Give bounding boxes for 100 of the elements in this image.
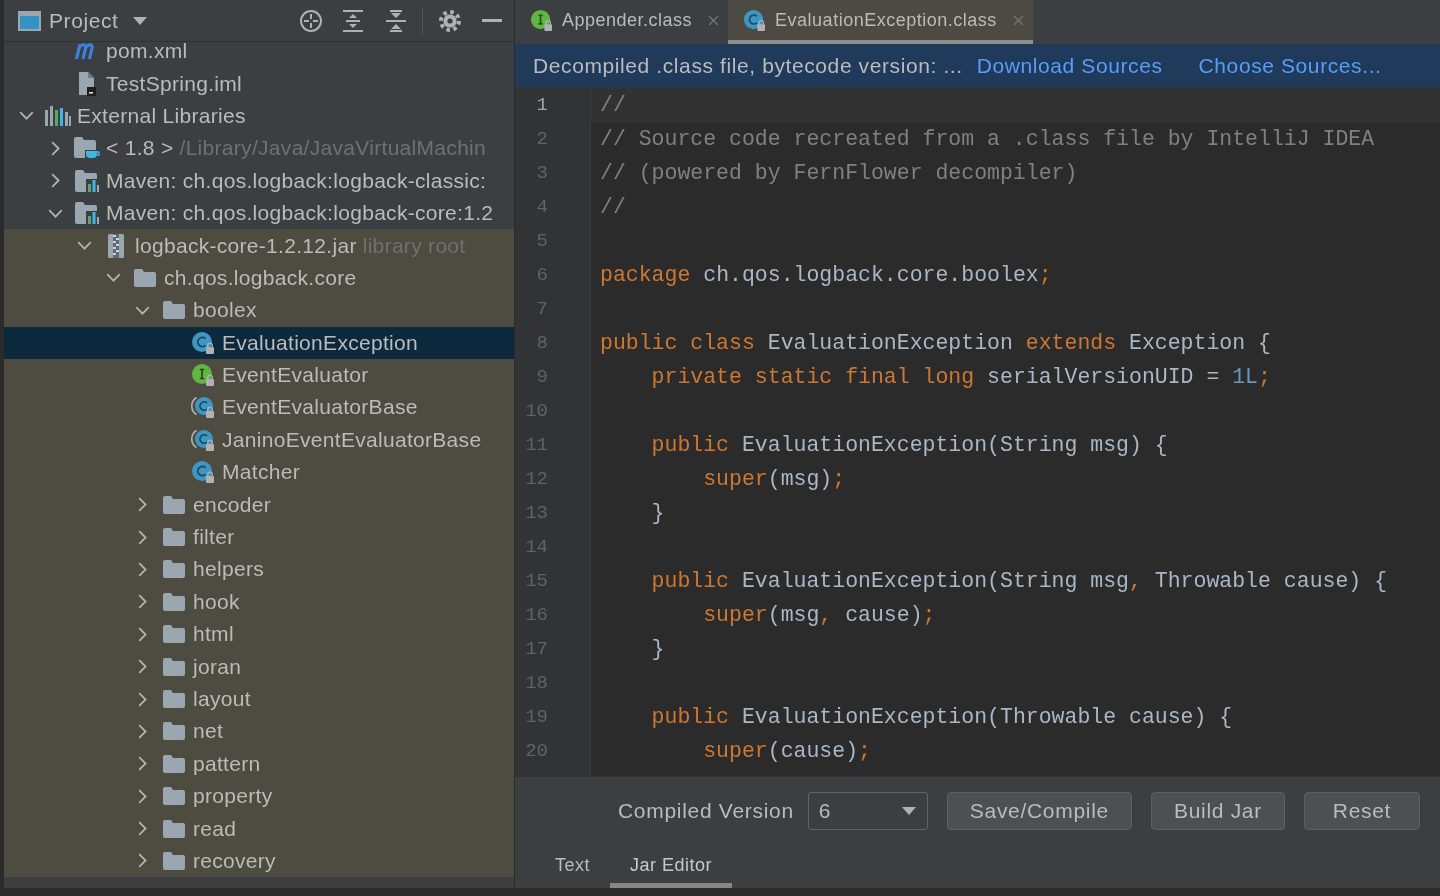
crosshair-icon[interactable]	[298, 8, 323, 33]
tree-item[interactable]: JaninoEventEvaluatorBase	[4, 423, 514, 457]
chevron-right-icon[interactable]	[51, 140, 60, 156]
folder-icon	[163, 560, 185, 579]
archive-icon	[108, 233, 124, 258]
expand-all-icon[interactable]	[343, 9, 363, 32]
chevron-right-icon[interactable]	[138, 723, 147, 739]
chevron-right-icon[interactable]	[138, 821, 147, 837]
chevron-down-icon[interactable]	[135, 305, 150, 315]
code-line: public EvaluationException(Throwable cause) {	[650, 704, 1233, 731]
chevron-down-icon[interactable]	[48, 208, 63, 218]
field-label: Compiled Version	[618, 799, 794, 823]
code-line: super(msg);	[702, 466, 846, 493]
chevron-down-icon[interactable]	[77, 241, 92, 251]
link[interactable]: Download Sources	[976, 53, 1163, 78]
chevron-right-icon[interactable]	[138, 853, 147, 869]
folder-icon	[163, 657, 185, 676]
chevron-right-icon[interactable]	[138, 529, 147, 545]
folder-icon	[134, 268, 156, 287]
code-line: public class EvaluationException extends Exception {	[599, 330, 1271, 357]
folder-cup-icon	[74, 137, 100, 160]
folder-icon	[163, 722, 185, 741]
tree-item[interactable]: pattern	[4, 747, 514, 780]
tree-item[interactable]: read	[4, 812, 514, 845]
tree-item[interactable]: encoder	[4, 488, 514, 521]
tree-item[interactable]: html	[4, 618, 514, 651]
editor-tab[interactable]: EvaluationException.class	[728, 0, 1033, 44]
tree-item[interactable]: ch.qos.logback.core	[4, 261, 514, 295]
folder-bars-icon	[75, 169, 99, 192]
code-line: // Source code recreated from a .class file by IntelliJ IDEA	[599, 126, 1375, 153]
code-line: package ch.qos.logback.core.boolex;	[599, 262, 1052, 289]
chevron-down-icon[interactable]	[106, 273, 121, 283]
editor-tab[interactable]: Appender.class	[515, 0, 729, 44]
code-line: // (powered by FernFlower decompiler)	[599, 160, 1078, 187]
tree-item[interactable]: EventEvaluator	[4, 358, 514, 392]
folder-icon	[163, 754, 185, 773]
action-button[interactable]: Save/Compile	[946, 792, 1132, 830]
tree-item[interactable]: helpers	[4, 553, 514, 586]
collapse-all-icon[interactable]	[385, 9, 406, 32]
project-view-selector[interactable]: Project	[18, 8, 147, 33]
chevron-right-icon[interactable]	[138, 691, 147, 707]
code-line: private static final long serialVersionUID = 1L;	[650, 364, 1271, 391]
caret-down-icon	[901, 807, 916, 815]
code-line: public EvaluationException(String msg, Throwable cause) {	[650, 568, 1388, 595]
folder-icon	[163, 625, 185, 644]
folder-bars-icon	[75, 202, 99, 225]
tree-item[interactable]: boolex	[4, 294, 514, 327]
chevron-right-icon[interactable]	[138, 561, 147, 577]
folder-icon	[163, 819, 185, 838]
folder-icon	[163, 528, 185, 547]
code-line: }	[650, 500, 665, 527]
tab[interactable]: Jar Editor	[610, 848, 733, 888]
class-icon	[191, 330, 215, 355]
line-number: 1	[536, 94, 548, 116]
folder-icon	[163, 851, 185, 870]
caret-down-icon	[132, 16, 147, 25]
chevron-right-icon[interactable]	[138, 626, 147, 642]
notice-text: Decompiled .class file, bytecode version: ...	[533, 53, 963, 78]
action-button[interactable]: Build Jar	[1150, 792, 1285, 830]
action-button[interactable]: Reset	[1303, 792, 1420, 830]
code-line: super(cause);	[702, 738, 871, 765]
class-icon	[743, 8, 767, 32]
chevron-down-icon[interactable]	[19, 111, 34, 121]
chevron-right-icon[interactable]	[138, 756, 147, 772]
folder-icon	[163, 787, 185, 806]
tab[interactable]: Text	[535, 848, 610, 888]
abstract-class-icon	[191, 427, 215, 452]
code-line: }	[650, 636, 665, 663]
abstract-class-icon	[191, 395, 215, 420]
chevron-right-icon[interactable]	[138, 594, 147, 610]
class-icon	[191, 460, 215, 485]
settings-icon[interactable]	[438, 9, 461, 32]
folder-icon	[163, 690, 185, 708]
tree-item[interactable]: EventEvaluatorBase	[4, 391, 514, 424]
code-line: super(msg, cause);	[702, 602, 936, 629]
tree-item[interactable]: property	[4, 780, 514, 813]
folder-icon	[163, 592, 185, 611]
tree-item[interactable]: Matcher	[4, 456, 514, 489]
chevron-right-icon[interactable]	[138, 788, 147, 804]
interface-icon	[191, 363, 215, 388]
close-icon[interactable]	[708, 14, 720, 26]
folder-icon	[163, 301, 185, 320]
link[interactable]: Choose Sources...	[1198, 53, 1382, 78]
chevron-right-icon[interactable]	[138, 659, 147, 675]
file-icon	[78, 71, 96, 96]
code-line: //	[599, 194, 626, 221]
tree-item[interactable]: filter	[4, 520, 514, 554]
version-dropdown[interactable]: 6	[807, 792, 928, 830]
window-icon	[18, 10, 41, 31]
chevron-right-icon[interactable]	[51, 173, 60, 189]
tree-item[interactable]: hook	[4, 585, 514, 619]
chevron-right-icon[interactable]	[138, 497, 147, 513]
code-line: public EvaluationException(String msg) {	[650, 432, 1168, 459]
folder-icon	[163, 495, 185, 514]
tree-item[interactable]: layout	[4, 682, 514, 716]
tree-item[interactable]: EvaluationException	[4, 326, 514, 359]
tree-item[interactable]: recovery	[4, 844, 514, 878]
tree-item[interactable]: net	[4, 715, 514, 748]
tree-item[interactable]: joran	[4, 650, 514, 683]
interface-icon	[530, 8, 553, 32]
